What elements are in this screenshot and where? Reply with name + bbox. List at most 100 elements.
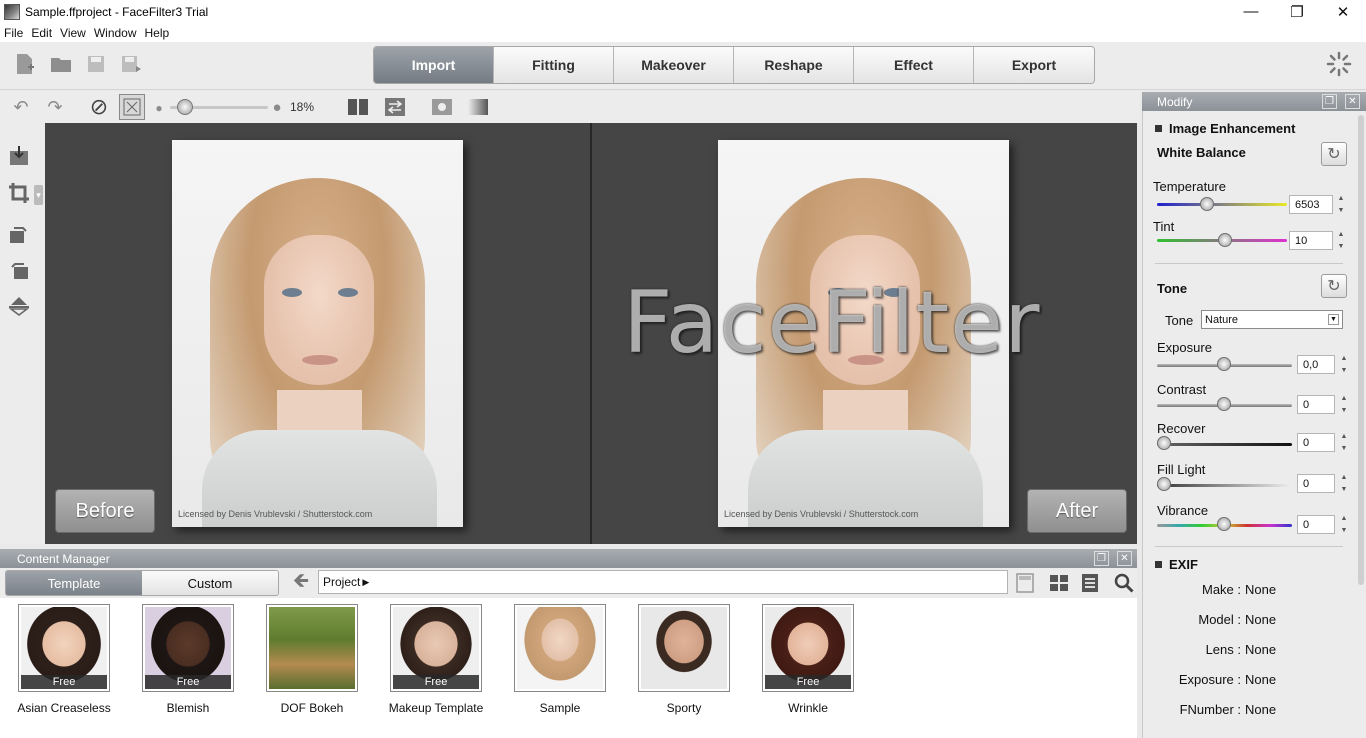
close-panel-icon[interactable]: ✕ — [1345, 94, 1360, 109]
template-item[interactable]: Sample — [498, 604, 622, 715]
tint-slider-thumb[interactable] — [1218, 233, 1232, 247]
rotate-right-icon[interactable] — [6, 221, 32, 247]
template-item[interactable]: Free Makeup Template — [374, 604, 498, 715]
crop-icon[interactable] — [6, 180, 32, 206]
crop-options-chevron-icon[interactable]: ▾ — [34, 185, 43, 205]
fill-light-slider[interactable] — [1157, 484, 1292, 487]
search-icon[interactable] — [1111, 570, 1137, 596]
contrast-stepper[interactable]: ▲ ▼ — [1338, 395, 1350, 414]
menu-help[interactable]: Help — [141, 26, 174, 40]
gradient-view-icon[interactable] — [465, 94, 491, 120]
split-divider[interactable] — [590, 123, 592, 544]
temperature-slider-thumb[interactable] — [1200, 197, 1214, 211]
menu-edit[interactable]: Edit — [27, 26, 56, 40]
exposure-stepper[interactable]: ▲ ▼ — [1338, 355, 1350, 374]
fill-light-stepper[interactable]: ▲ ▼ — [1338, 474, 1350, 493]
title-bar: Sample.ffproject - FaceFilter3 Trial — ❐… — [0, 0, 1366, 23]
tab-template[interactable]: Template — [6, 571, 142, 595]
new-project-icon[interactable] — [12, 51, 38, 77]
exif-row: Model : None — [1198, 612, 1277, 627]
tint-label: Tint — [1153, 219, 1175, 234]
contrast-slider-thumb[interactable] — [1217, 397, 1231, 411]
tone-select[interactable]: Nature ▼ — [1201, 310, 1343, 329]
rotate-left-icon[interactable] — [6, 257, 32, 283]
tab-effect[interactable]: Effect — [854, 47, 974, 83]
chevron-down-icon: ▼ — [1328, 314, 1339, 325]
open-folder-icon[interactable] — [48, 51, 74, 77]
undo-icon[interactable]: ↶ — [8, 94, 34, 120]
temperature-stepper[interactable]: ▲ ▼ — [1335, 195, 1347, 214]
template-item[interactable]: DOF Bokeh — [250, 604, 374, 715]
zoom-in-person-icon[interactable]: ● — [268, 94, 286, 120]
contrast-label: Contrast — [1157, 382, 1207, 397]
split-view-icon[interactable] — [345, 94, 371, 120]
recover-slider[interactable] — [1157, 443, 1292, 446]
modify-scrollbar[interactable] — [1358, 115, 1364, 585]
template-item[interactable]: Sporty — [622, 604, 746, 715]
contrast-input[interactable]: 0 — [1297, 395, 1335, 414]
flip-vertical-icon[interactable] — [6, 293, 32, 319]
zoom-out-person-icon[interactable]: ● — [150, 95, 168, 121]
exposure-label: Exposure — [1157, 340, 1212, 355]
tint-input[interactable]: 10 — [1289, 231, 1333, 250]
float-panel-icon[interactable]: ❐ — [1322, 94, 1337, 109]
save-as-icon[interactable] — [118, 51, 144, 77]
menu-view[interactable]: View — [56, 26, 90, 40]
path-breadcrumb[interactable]: Project ▶ — [318, 570, 1008, 594]
vibrance-slider-thumb[interactable] — [1217, 517, 1231, 531]
template-label: Wrinkle — [788, 701, 828, 715]
save-icon[interactable] — [83, 51, 109, 77]
template-item[interactable]: Free Asian Creaseless — [2, 604, 126, 715]
zoom-slider-thumb[interactable] — [177, 99, 193, 115]
preview-canvas[interactable]: Licensed by Denis Vrublevski / Shutterst… — [45, 123, 1137, 544]
recover-input[interactable]: 0 — [1297, 433, 1335, 452]
float-panel-icon[interactable]: ❐ — [1094, 551, 1109, 566]
recover-stepper[interactable]: ▲ ▼ — [1338, 433, 1350, 452]
white-balance-reset-button[interactable]: ↻ — [1321, 142, 1347, 166]
tab-fitting[interactable]: Fitting — [494, 47, 614, 83]
fit-to-screen-icon[interactable] — [119, 94, 145, 120]
temperature-slider[interactable] — [1157, 203, 1287, 206]
tone-reset-button[interactable]: ↻ — [1321, 274, 1347, 298]
temperature-input[interactable]: 6503 — [1289, 195, 1333, 214]
close-panel-icon[interactable]: ✕ — [1117, 551, 1132, 566]
list-view-icon[interactable] — [1077, 570, 1103, 596]
minimize-button[interactable]: — — [1228, 0, 1274, 23]
redo-icon[interactable]: ↷ — [42, 94, 68, 120]
section-image-enhancement[interactable]: Image Enhancement — [1155, 121, 1295, 136]
back-arrow-icon[interactable]: 🡸 — [288, 570, 314, 596]
view-toolbar: ↶ ↷ ⊘ ● ● 18% — [0, 91, 1140, 123]
template-item[interactable]: Free Wrinkle — [746, 604, 870, 715]
exposure-input[interactable]: 0,0 — [1297, 355, 1335, 374]
template-grid: Free Asian Creaseless Free Blemish DOF B… — [0, 598, 1137, 738]
menu-file[interactable]: File — [0, 26, 27, 40]
tab-import[interactable]: Import — [374, 47, 494, 83]
restore-button[interactable]: ❐ — [1274, 0, 1320, 23]
white-balance-heading: White Balance — [1157, 145, 1246, 160]
section-exif[interactable]: EXIF — [1155, 557, 1198, 572]
menu-window[interactable]: Window — [90, 26, 141, 40]
tint-stepper[interactable]: ▲ ▼ — [1335, 231, 1347, 250]
exif-row: FNumber : None — [1179, 702, 1277, 717]
tab-reshape[interactable]: Reshape — [734, 47, 854, 83]
tab-custom[interactable]: Custom — [142, 571, 278, 595]
vibrance-input[interactable]: 0 — [1297, 515, 1335, 534]
import-photo-icon[interactable] — [6, 143, 32, 169]
breadcrumb-chevron-icon: ▶ — [362, 576, 370, 587]
recover-slider-thumb[interactable] — [1157, 436, 1171, 450]
grid-view-icon[interactable] — [1046, 570, 1072, 596]
tab-export[interactable]: Export — [974, 47, 1094, 83]
vibrance-stepper[interactable]: ▲ ▼ — [1338, 515, 1350, 534]
fill-light-slider-thumb[interactable] — [1157, 477, 1171, 491]
single-column-view-icon[interactable] — [1012, 570, 1038, 596]
fill-light-input[interactable]: 0 — [1297, 474, 1335, 493]
swap-view-icon[interactable] — [382, 94, 408, 120]
disable-icon[interactable]: ⊘ — [86, 94, 112, 120]
close-button[interactable]: ✕ — [1320, 0, 1366, 23]
single-view-icon[interactable] — [429, 94, 455, 120]
template-item[interactable]: Free Blemish — [126, 604, 250, 715]
breadcrumb-project[interactable]: Project — [323, 575, 360, 589]
tab-makeover[interactable]: Makeover — [614, 47, 734, 83]
app-icon — [4, 3, 20, 20]
exposure-slider-thumb[interactable] — [1217, 357, 1231, 371]
